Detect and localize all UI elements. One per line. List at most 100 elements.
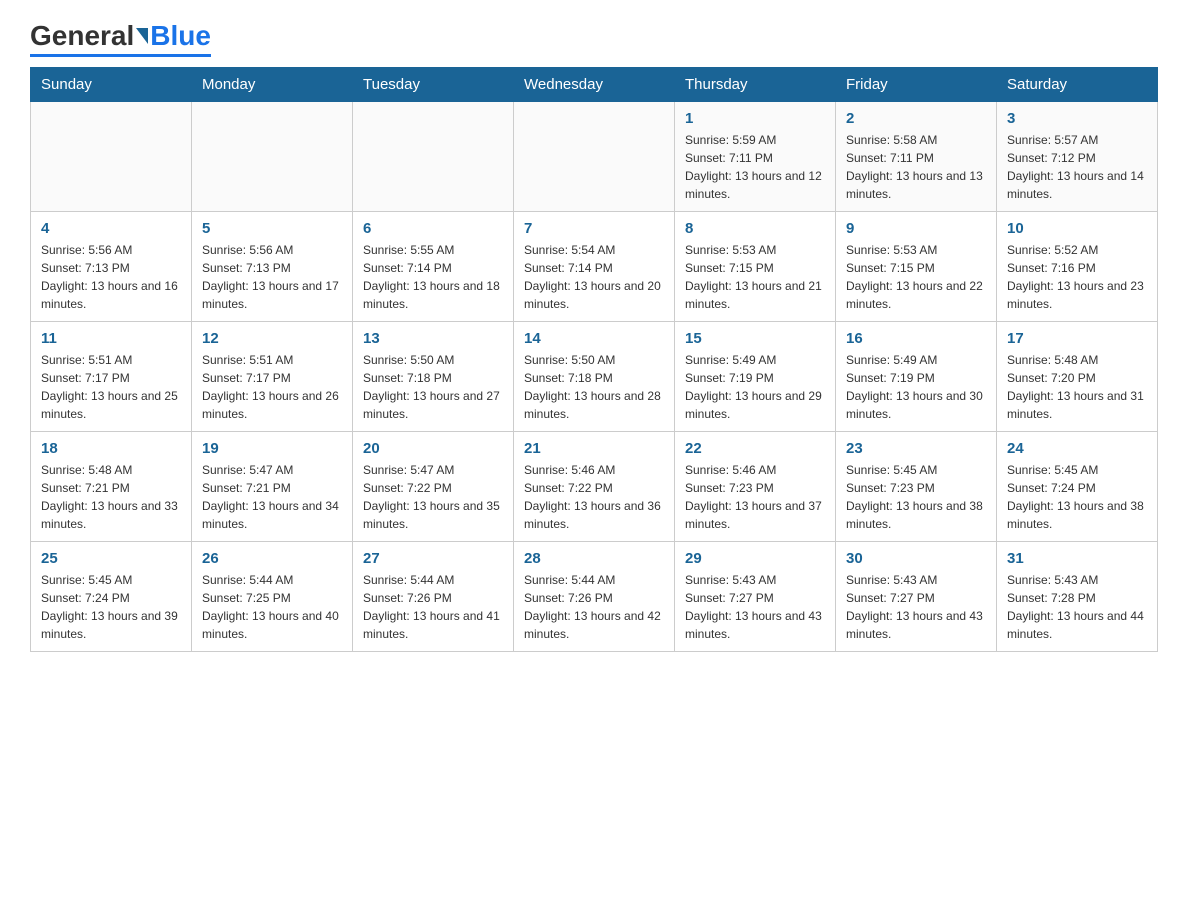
- calendar-cell: 31 Sunrise: 5:43 AMSunset: 7:28 PMDayligh…: [997, 542, 1158, 652]
- calendar-week-row: 4 Sunrise: 5:56 AMSunset: 7:13 PMDaylight…: [31, 212, 1158, 322]
- logo-arrow-icon: [136, 28, 148, 44]
- day-number: 27: [363, 550, 503, 567]
- logo: General Blue: [30, 20, 211, 57]
- day-number: 10: [1007, 220, 1147, 237]
- calendar-cell: 20 Sunrise: 5:47 AMSunset: 7:22 PMDayligh…: [353, 432, 514, 542]
- day-number: 23: [846, 440, 986, 457]
- day-info: Sunrise: 5:50 AMSunset: 7:18 PMDaylight:…: [363, 351, 503, 423]
- calendar-cell: 11 Sunrise: 5:51 AMSunset: 7:17 PMDayligh…: [31, 322, 192, 432]
- day-number: 25: [41, 550, 181, 567]
- calendar-cell: 24Sunrise: 5:45 AMSunset: 7:24 PMDayligh…: [997, 432, 1158, 542]
- day-number: 24: [1007, 440, 1147, 457]
- page-header: General Blue: [30, 20, 1158, 57]
- day-number: 4: [41, 220, 181, 237]
- calendar-week-row: 25Sunrise: 5:45 AMSunset: 7:24 PMDayligh…: [31, 542, 1158, 652]
- calendar-cell: 7 Sunrise: 5:54 AMSunset: 7:14 PMDaylight…: [514, 212, 675, 322]
- calendar-cell: 8Sunrise: 5:53 AMSunset: 7:15 PMDaylight…: [675, 212, 836, 322]
- day-number: 6: [363, 220, 503, 237]
- day-info: Sunrise: 5:46 AMSunset: 7:23 PMDaylight:…: [685, 461, 825, 533]
- calendar-cell: 17Sunrise: 5:48 AMSunset: 7:20 PMDayligh…: [997, 322, 1158, 432]
- logo-underline: [30, 54, 211, 57]
- weekday-header-tuesday: Tuesday: [353, 68, 514, 102]
- day-info: Sunrise: 5:46 AMSunset: 7:22 PMDaylight:…: [524, 461, 664, 533]
- calendar-cell: 26 Sunrise: 5:44 AMSunset: 7:25 PMDayligh…: [192, 542, 353, 652]
- day-info: Sunrise: 5:53 AMSunset: 7:15 PMDaylight:…: [846, 241, 986, 313]
- weekday-header-thursday: Thursday: [675, 68, 836, 102]
- day-info: Sunrise: 5:43 AMSunset: 7:27 PMDaylight:…: [846, 571, 986, 643]
- weekday-header-sunday: Sunday: [31, 68, 192, 102]
- calendar-cell: 3 Sunrise: 5:57 AMSunset: 7:12 PMDaylight…: [997, 102, 1158, 212]
- day-info: Sunrise: 5:51 AMSunset: 7:17 PMDaylight:…: [41, 351, 181, 423]
- logo-general-text: General: [30, 20, 134, 52]
- day-info: Sunrise: 5:44 AMSunset: 7:25 PMDaylight:…: [202, 571, 342, 643]
- day-info: Sunrise: 5:44 AMSunset: 7:26 PMDaylight:…: [524, 571, 664, 643]
- calendar-cell: 1Sunrise: 5:59 AMSunset: 7:11 PMDaylight…: [675, 102, 836, 212]
- day-number: 21: [524, 440, 664, 457]
- calendar-cell: 29 Sunrise: 5:43 AMSunset: 7:27 PMDayligh…: [675, 542, 836, 652]
- weekday-header-monday: Monday: [192, 68, 353, 102]
- day-number: 14: [524, 330, 664, 347]
- day-number: 20: [363, 440, 503, 457]
- day-number: 26: [202, 550, 342, 567]
- day-number: 15: [685, 330, 825, 347]
- weekday-header-friday: Friday: [836, 68, 997, 102]
- calendar-cell: 21 Sunrise: 5:46 AMSunset: 7:22 PMDayligh…: [514, 432, 675, 542]
- calendar-cell: 15Sunrise: 5:49 AMSunset: 7:19 PMDayligh…: [675, 322, 836, 432]
- day-number: 3: [1007, 110, 1147, 127]
- calendar-cell: 10 Sunrise: 5:52 AMSunset: 7:16 PMDayligh…: [997, 212, 1158, 322]
- day-info: Sunrise: 5:48 AMSunset: 7:21 PMDaylight:…: [41, 461, 181, 533]
- calendar-cell: 18 Sunrise: 5:48 AMSunset: 7:21 PMDayligh…: [31, 432, 192, 542]
- calendar-cell: 16 Sunrise: 5:49 AMSunset: 7:19 PMDayligh…: [836, 322, 997, 432]
- calendar-cell: 30 Sunrise: 5:43 AMSunset: 7:27 PMDayligh…: [836, 542, 997, 652]
- day-number: 11: [41, 330, 181, 347]
- day-info: Sunrise: 5:50 AMSunset: 7:18 PMDaylight:…: [524, 351, 664, 423]
- calendar-cell: 2 Sunrise: 5:58 AMSunset: 7:11 PMDaylight…: [836, 102, 997, 212]
- calendar-cell: 19 Sunrise: 5:47 AMSunset: 7:21 PMDayligh…: [192, 432, 353, 542]
- calendar-cell: 25Sunrise: 5:45 AMSunset: 7:24 PMDayligh…: [31, 542, 192, 652]
- day-number: 16: [846, 330, 986, 347]
- day-number: 8: [685, 220, 825, 237]
- day-number: 18: [41, 440, 181, 457]
- day-info: Sunrise: 5:47 AMSunset: 7:22 PMDaylight:…: [363, 461, 503, 533]
- day-number: 5: [202, 220, 342, 237]
- calendar-cell: [514, 102, 675, 212]
- day-info: Sunrise: 5:47 AMSunset: 7:21 PMDaylight:…: [202, 461, 342, 533]
- day-info: Sunrise: 5:43 AMSunset: 7:27 PMDaylight:…: [685, 571, 825, 643]
- day-number: 12: [202, 330, 342, 347]
- calendar-cell: 27 Sunrise: 5:44 AMSunset: 7:26 PMDayligh…: [353, 542, 514, 652]
- calendar-cell: 9 Sunrise: 5:53 AMSunset: 7:15 PMDaylight…: [836, 212, 997, 322]
- calendar-week-row: 11 Sunrise: 5:51 AMSunset: 7:17 PMDayligh…: [31, 322, 1158, 432]
- day-info: Sunrise: 5:57 AMSunset: 7:12 PMDaylight:…: [1007, 131, 1147, 203]
- day-info: Sunrise: 5:49 AMSunset: 7:19 PMDaylight:…: [846, 351, 986, 423]
- day-info: Sunrise: 5:59 AMSunset: 7:11 PMDaylight:…: [685, 131, 825, 203]
- day-number: 13: [363, 330, 503, 347]
- day-number: 28: [524, 550, 664, 567]
- day-number: 31: [1007, 550, 1147, 567]
- calendar-cell: [353, 102, 514, 212]
- weekday-header-row: SundayMondayTuesdayWednesdayThursdayFrid…: [31, 68, 1158, 102]
- day-info: Sunrise: 5:54 AMSunset: 7:14 PMDaylight:…: [524, 241, 664, 313]
- calendar-cell: 5Sunrise: 5:56 AMSunset: 7:13 PMDaylight…: [192, 212, 353, 322]
- calendar-cell: 14 Sunrise: 5:50 AMSunset: 7:18 PMDayligh…: [514, 322, 675, 432]
- day-number: 30: [846, 550, 986, 567]
- calendar-cell: 13 Sunrise: 5:50 AMSunset: 7:18 PMDayligh…: [353, 322, 514, 432]
- day-info: Sunrise: 5:56 AMSunset: 7:13 PMDaylight:…: [41, 241, 181, 313]
- calendar-cell: 28 Sunrise: 5:44 AMSunset: 7:26 PMDayligh…: [514, 542, 675, 652]
- calendar-cell: [31, 102, 192, 212]
- day-info: Sunrise: 5:58 AMSunset: 7:11 PMDaylight:…: [846, 131, 986, 203]
- calendar-table: SundayMondayTuesdayWednesdayThursdayFrid…: [30, 67, 1158, 652]
- day-number: 7: [524, 220, 664, 237]
- day-number: 9: [846, 220, 986, 237]
- day-number: 19: [202, 440, 342, 457]
- calendar-week-row: 18 Sunrise: 5:48 AMSunset: 7:21 PMDayligh…: [31, 432, 1158, 542]
- day-number: 22: [685, 440, 825, 457]
- day-info: Sunrise: 5:52 AMSunset: 7:16 PMDaylight:…: [1007, 241, 1147, 313]
- calendar-cell: 22 Sunrise: 5:46 AMSunset: 7:23 PMDayligh…: [675, 432, 836, 542]
- day-info: Sunrise: 5:43 AMSunset: 7:28 PMDaylight:…: [1007, 571, 1147, 643]
- day-number: 2: [846, 110, 986, 127]
- day-number: 29: [685, 550, 825, 567]
- day-info: Sunrise: 5:55 AMSunset: 7:14 PMDaylight:…: [363, 241, 503, 313]
- day-info: Sunrise: 5:44 AMSunset: 7:26 PMDaylight:…: [363, 571, 503, 643]
- weekday-header-wednesday: Wednesday: [514, 68, 675, 102]
- calendar-cell: 23Sunrise: 5:45 AMSunset: 7:23 PMDayligh…: [836, 432, 997, 542]
